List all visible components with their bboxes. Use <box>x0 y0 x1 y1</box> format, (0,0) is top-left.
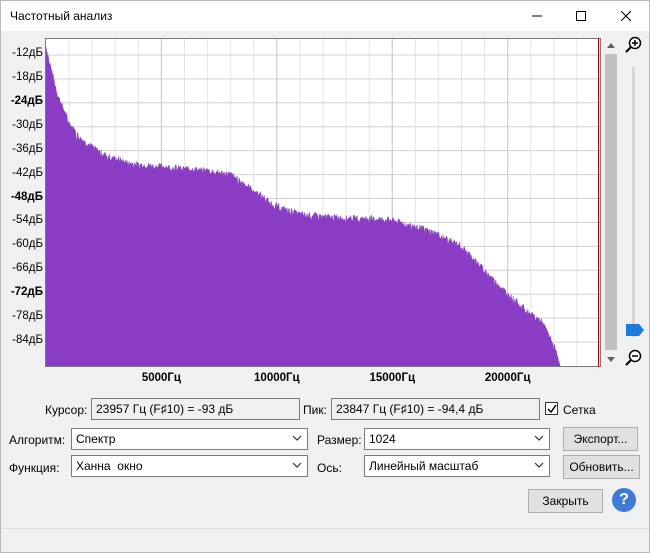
function-value: Ханна окно <box>76 459 143 473</box>
zoom-in-icon[interactable] <box>625 36 643 54</box>
y-tick-label: -60дБ <box>12 238 43 251</box>
algorithm-select[interactable]: Спектр <box>71 428 308 450</box>
grid-checkbox[interactable] <box>545 402 558 415</box>
cursor-label: Курсор: <box>45 403 88 417</box>
x-tick-label: 5000Гц <box>141 372 181 384</box>
x-tick-label: 15000Гц <box>369 372 416 384</box>
y-tick-label: -78дБ <box>12 310 43 323</box>
axis-value: Линейный масштаб <box>369 459 479 473</box>
y-tick-label: -18дБ <box>12 70 43 83</box>
y-tick-label: -12дБ <box>12 46 43 59</box>
y-tick-label: -72дБ <box>10 286 43 299</box>
size-label: Размер: <box>317 433 362 447</box>
help-icon[interactable]: ? <box>612 488 636 512</box>
close-window-button[interactable] <box>604 1 648 31</box>
size-select[interactable]: 1024 <box>364 428 550 450</box>
zoom-out-icon[interactable] <box>625 349 643 367</box>
grid-label[interactable]: Сетка <box>563 403 596 417</box>
chevron-down-icon <box>534 462 544 468</box>
scrollbar-thumb[interactable] <box>605 54 617 350</box>
algorithm-label: Алгоритм: <box>9 433 66 447</box>
chevron-down-icon <box>292 435 302 441</box>
title-bar: Частотный анализ <box>1 1 649 31</box>
zoom-slider-track[interactable] <box>632 67 635 337</box>
window-title: Частотный анализ <box>10 9 113 23</box>
maximize-icon <box>576 11 586 21</box>
checkmark-icon <box>546 404 557 413</box>
spectrum-plot[interactable] <box>45 38 601 367</box>
frequency-analysis-window: Частотный анализ -12дБ -18дБ -24дБ -30дБ -36… <box>0 0 650 553</box>
refresh-button[interactable]: Обновить... <box>563 455 640 479</box>
minimize-icon <box>532 15 542 17</box>
spectrum-chart <box>46 39 600 366</box>
y-tick-label: -54дБ <box>12 214 43 227</box>
y-tick-label: -30дБ <box>12 118 43 131</box>
plot-area: -12дБ -18дБ -24дБ -30дБ -36дБ -42дБ -48дБ -54дБ… <box>1 31 649 391</box>
maximize-button[interactable] <box>559 1 603 31</box>
x-tick-label: 10000Гц <box>254 372 300 384</box>
chevron-down-icon <box>534 435 544 441</box>
peak-readout: 23847 Гц (F♯10) = -94,4 дБ <box>331 398 540 420</box>
y-tick-label: -36дБ <box>12 142 43 155</box>
zoom-slider-thumb[interactable] <box>626 324 644 336</box>
scroll-down-icon[interactable] <box>604 352 618 366</box>
axis-select[interactable]: Линейный масштаб <box>364 455 550 477</box>
cursor-readout: 23957 Гц (F♯10) = -93 дБ <box>91 398 300 420</box>
chevron-down-icon <box>292 462 302 468</box>
axis-label: Ось: <box>317 461 342 475</box>
y-tick-label: -84дБ <box>12 334 43 347</box>
export-button[interactable]: Экспорт... <box>563 427 638 451</box>
vertical-scrollbar[interactable] <box>604 38 618 366</box>
function-select[interactable]: Ханна окно <box>71 455 308 477</box>
close-icon <box>621 11 631 21</box>
y-tick-label: -42дБ <box>12 166 43 179</box>
x-tick-label: 20000Гц <box>484 372 531 384</box>
cursor-line <box>598 38 599 367</box>
status-divider <box>1 528 649 529</box>
spectrum-area <box>46 46 562 366</box>
y-tick-label: -48дБ <box>10 190 43 203</box>
size-value: 1024 <box>369 432 396 446</box>
function-label: Функция: <box>9 461 60 475</box>
close-button[interactable]: Закрыть <box>528 489 603 513</box>
scroll-up-icon[interactable] <box>604 38 618 52</box>
y-tick-label: -24дБ <box>10 94 43 107</box>
algorithm-value: Спектр <box>76 432 116 446</box>
minimize-button[interactable] <box>515 1 559 31</box>
y-tick-label: -66дБ <box>12 262 43 275</box>
peak-label: Пик: <box>303 403 327 417</box>
